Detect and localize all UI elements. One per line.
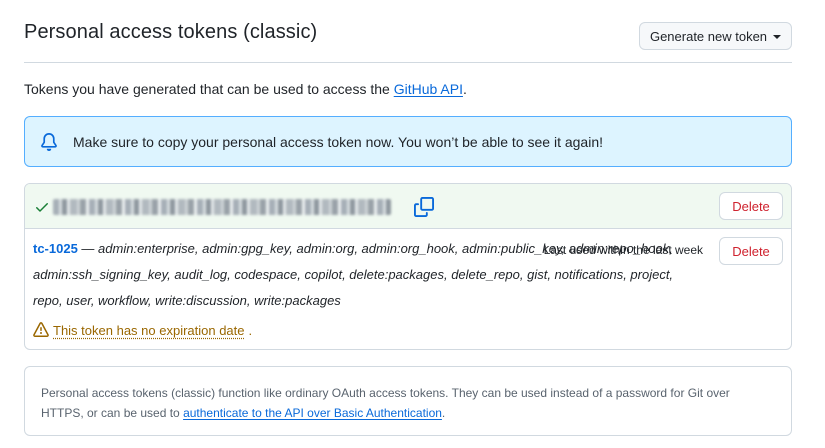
triangle-down-icon [773, 34, 782, 39]
token-name-link[interactable]: tc-1025 [33, 241, 78, 256]
page-header: Personal access tokens (classic) Generat… [24, 17, 792, 63]
token-separator: — [77, 241, 99, 256]
expiration-warning-suffix: . [248, 322, 253, 338]
generate-new-token-button[interactable]: Generate new token [639, 22, 792, 50]
tokens-page: Personal access tokens (classic) Generat… [0, 0, 825, 448]
intro-sentence: Tokens you have generated that can be us… [24, 81, 394, 97]
new-token-row: Delete [25, 184, 791, 229]
copy-icon[interactable] [414, 197, 434, 217]
token-last-used: Last used within the last week [543, 243, 703, 257]
classic-token-note: Personal access tokens (classic) functio… [24, 366, 792, 436]
intro-suffix: . [462, 81, 467, 97]
page-title: Personal access tokens (classic) [24, 21, 318, 43]
intro-text: Tokens you have generated that can be us… [24, 81, 467, 97]
note-suffix: . [441, 406, 446, 420]
check-icon [34, 199, 50, 215]
token-row: tc-1025 — admin:enterprise, admin:gpg_ke… [25, 229, 791, 349]
masked-token-value [53, 199, 391, 215]
alert-icon [33, 322, 49, 338]
delete-token-button[interactable]: Delete [719, 237, 783, 265]
token-list: Delete tc-1025 — admin:enterprise, admin… [24, 183, 792, 350]
github-api-link[interactable]: GitHub API [394, 81, 463, 97]
expiration-warning-text[interactable]: This token has no expiration date [53, 323, 245, 338]
flash-message: Make sure to copy your personal access t… [73, 133, 603, 150]
copy-token-flash: Make sure to copy your personal access t… [24, 116, 792, 167]
expiration-warning: This token has no expiration date. [33, 322, 252, 338]
basic-auth-link[interactable]: authenticate to the API over Basic Authe… [183, 406, 442, 420]
generate-new-token-label: Generate new token [649, 28, 768, 44]
bell-icon [40, 132, 58, 151]
delete-new-token-button[interactable]: Delete [719, 192, 783, 220]
